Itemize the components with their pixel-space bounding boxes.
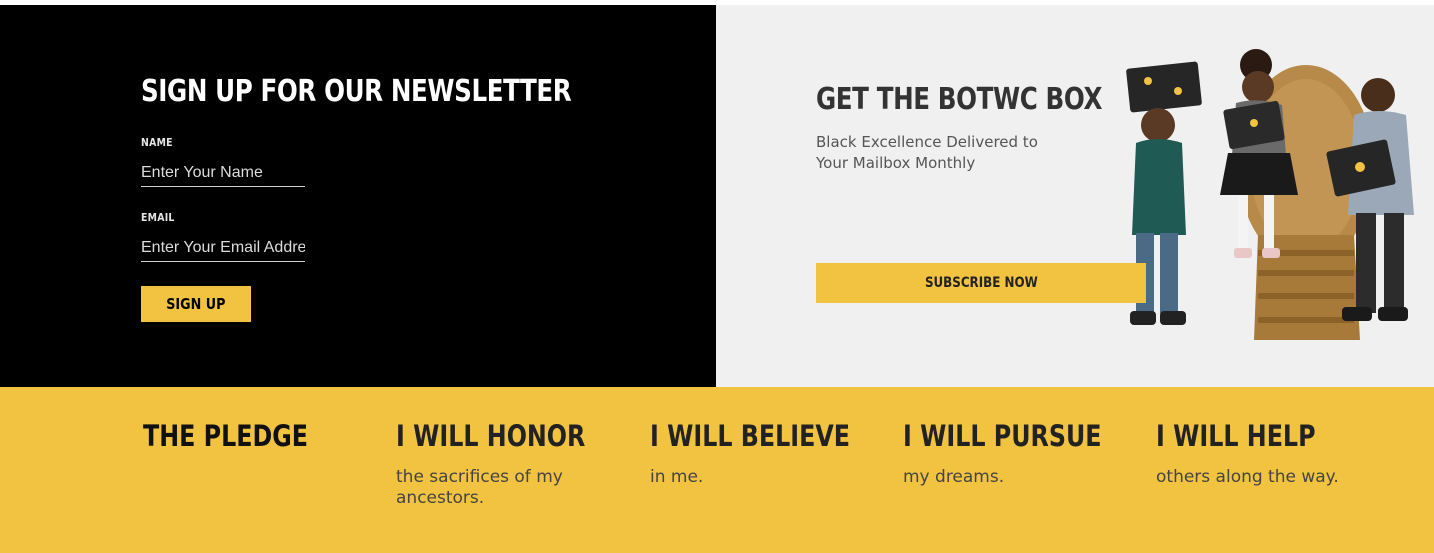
pledge-heading: I WILL HELP [1156, 419, 1316, 453]
email-label: EMAIL [141, 211, 175, 224]
pledge-section: THE PLEDGE I WILL HONOR the sacrifices o… [0, 387, 1434, 553]
pledge-item-pursue: I WILL PURSUE my dreams. [903, 417, 1143, 488]
pledge-title: THE PLEDGE [143, 419, 308, 453]
sign-up-button-label: SIGN UP [166, 295, 226, 313]
box-promo-panel: GET THE BOTWC BOX Black Excellence Deliv… [716, 5, 1434, 387]
pledge-text: the sacrifices of my ancestors. [396, 467, 563, 508]
pledge-heading: I WILL PURSUE [903, 419, 1102, 453]
pledge-item-honor: I WILL HONOR the sacrifices of my ancest… [396, 417, 636, 509]
subscribe-now-label: SUBSCRIBE NOW [924, 275, 1038, 291]
pledge-text: my dreams. [903, 467, 1005, 487]
name-label: NAME [141, 136, 173, 149]
email-input[interactable] [141, 235, 305, 262]
kids-with-boxes-photo [1126, 49, 1414, 340]
top-section: SIGN UP FOR OUR NEWSLETTER NAME EMAIL SI… [0, 5, 1434, 387]
pledge-heading: I WILL HONOR [396, 419, 586, 453]
pledge-item-believe: I WILL BELIEVE in me. [650, 417, 890, 488]
pledge-heading: I WILL BELIEVE [650, 419, 851, 453]
pledge-text: others along the way. [1156, 467, 1339, 487]
botwc-box-left [1126, 61, 1202, 113]
sign-up-button[interactable]: SIGN UP [141, 286, 251, 322]
child-left [1132, 139, 1186, 235]
name-input[interactable] [141, 160, 305, 187]
pledge-item-help: I WILL HELP others along the way. [1156, 417, 1396, 488]
pledge-text: in me. [650, 467, 704, 487]
newsletter-panel: SIGN UP FOR OUR NEWSLETTER NAME EMAIL SI… [0, 5, 716, 387]
newsletter-title: SIGN UP FOR OUR NEWSLETTER [141, 74, 572, 109]
box-promo-subtitle: Black Excellence Delivered to Your Mailb… [816, 133, 1038, 172]
subscribe-now-button[interactable]: SUBSCRIBE NOW [816, 263, 1146, 303]
box-promo-title: GET THE BOTWC BOX [816, 82, 1103, 117]
child-middle [1220, 153, 1298, 195]
